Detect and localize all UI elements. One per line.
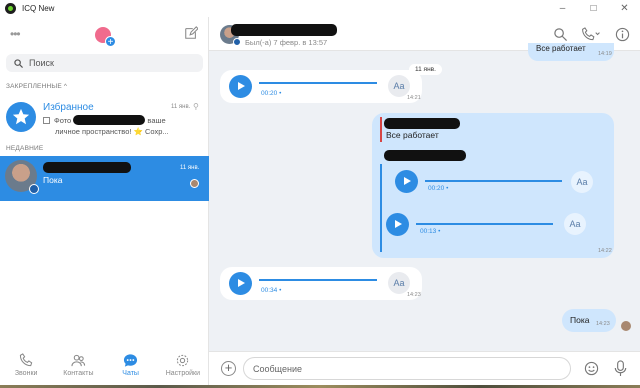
photo-icon — [43, 117, 50, 124]
favorites-preview-line1-tail: ваше — [147, 116, 166, 125]
sidebar: ••• + ЗАКРЕПЛЕННЫЕ ^ Избранное 11 янв. ⚲… — [0, 17, 209, 385]
message-bubble-outgoing[interactable]: Пока 14:23 — [562, 309, 616, 332]
voice-message-incoming[interactable]: 00:20 • Aa 14:21 — [220, 70, 422, 103]
message-time: 14:22 — [598, 248, 612, 254]
search-icon — [14, 58, 23, 68]
contact-avatar — [5, 160, 39, 194]
title-bar: ICQ New – □ ✕ — [0, 0, 640, 17]
voice-duration: 00:13 • — [420, 228, 441, 235]
redacted-quote-author — [384, 118, 460, 129]
redacted-forward-author — [384, 150, 466, 161]
voice-duration: 00:34 • — [261, 287, 282, 294]
transcribe-button[interactable]: Aa — [388, 272, 410, 294]
new-chat-icon[interactable] — [184, 26, 198, 40]
nav-calls-label: Звонки — [14, 370, 38, 377]
app-badge-icon — [233, 38, 241, 46]
chat-icon — [124, 354, 138, 367]
chat-pane: Был(-а) 7 февр. в 13:57 Все работает 14:… — [209, 17, 640, 385]
message-time: 14:21 — [407, 95, 421, 101]
more-menu-icon[interactable]: ••• — [10, 27, 21, 41]
favorites-preview-line2: личное пространство! ⭐ Сохр... — [55, 127, 169, 136]
message-input[interactable] — [253, 363, 533, 374]
voice-duration: 00:20 • — [261, 90, 282, 97]
contacts-icon — [71, 354, 85, 367]
redacted-contact-name — [231, 24, 337, 36]
composer: + — [209, 351, 640, 385]
phone-icon — [19, 353, 32, 367]
favorites-preview-line1: Фото — [54, 116, 72, 125]
favorites-preview: Фото ваше личное пространство! ⭐ Сохр... — [43, 115, 193, 137]
message-time: 14:23 — [407, 292, 421, 298]
window-title: ICQ New — [22, 4, 55, 13]
forward-bar — [380, 164, 382, 252]
waveform[interactable] — [259, 279, 377, 281]
redacted-text — [73, 115, 146, 125]
transcribe-button[interactable]: Aa — [388, 75, 410, 97]
message-text: Пока — [570, 315, 590, 325]
nav-chats-label: Чаты — [122, 370, 139, 377]
favorites-avatar — [6, 102, 36, 132]
transcribe-button[interactable]: Aa — [571, 171, 593, 193]
close-button[interactable]: ✕ — [609, 0, 640, 17]
search-box[interactable] — [6, 54, 203, 72]
pinned-section-label: ЗАКРЕПЛЕННЫЕ ^ — [6, 83, 68, 90]
read-avatar — [190, 179, 199, 188]
maximize-button[interactable]: □ — [578, 0, 609, 17]
message-time: 14:23 — [596, 321, 610, 327]
waveform[interactable] — [416, 223, 553, 225]
microphone-icon[interactable] — [613, 360, 628, 377]
settings-icon — [177, 354, 189, 367]
favorites-time: 11 янв. — [171, 104, 191, 110]
quote-bar — [380, 117, 382, 142]
nav-contacts-label: Контакты — [63, 370, 94, 377]
waveform[interactable] — [425, 180, 562, 182]
message-text: Все работает — [536, 44, 586, 53]
last-seen-status: Был(-а) 7 февр. в 13:57 — [245, 38, 328, 47]
favorites-name: Избранное — [43, 102, 94, 113]
recent-section-label: НЕДАВНИЕ — [6, 145, 44, 152]
attach-icon[interactable]: + — [221, 361, 236, 376]
play-icon[interactable] — [395, 170, 418, 193]
info-icon[interactable] — [615, 27, 630, 42]
message-bubble-outgoing-group[interactable]: Все работает 00:20 • Aa 00:13 • Aa 14:22 — [372, 113, 614, 258]
icq-logo-icon — [5, 3, 16, 14]
search-icon[interactable] — [553, 27, 568, 42]
transcribe-button[interactable]: Aa — [564, 213, 586, 235]
call-dropdown-icon[interactable] — [582, 27, 601, 42]
play-icon[interactable] — [229, 272, 252, 295]
quoted-text: Все работает — [386, 130, 439, 140]
bottom-nav: Звонки Контакты Чаты Настройки — [0, 351, 209, 385]
pin-icon: ⚲ — [193, 102, 199, 111]
message-field[interactable] — [243, 357, 571, 380]
message-bubble-outgoing[interactable]: Все работает 14:19 — [528, 43, 614, 61]
play-icon[interactable] — [386, 213, 409, 236]
nav-chats[interactable]: Чаты — [106, 351, 156, 385]
voice-message-incoming[interactable]: 00:34 • Aa 14:23 — [220, 267, 422, 300]
chat-item-recent[interactable]: 11 янв. Пока — [0, 156, 209, 201]
waveform[interactable] — [259, 82, 377, 84]
star-icon — [12, 108, 30, 125]
nav-settings-label: Настройки — [165, 370, 201, 377]
redacted-contact-name — [43, 162, 131, 173]
minimize-button[interactable]: – — [547, 0, 578, 17]
nav-settings[interactable]: Настройки — [158, 351, 208, 385]
app-badge-icon — [29, 184, 39, 194]
voice-duration: 00:20 • — [428, 185, 449, 192]
recent-message: Пока — [43, 175, 63, 185]
message-time: 14:19 — [598, 51, 612, 57]
emoji-icon[interactable] — [584, 361, 599, 376]
read-avatar — [621, 321, 631, 331]
recent-time: 11 янв. — [180, 165, 200, 171]
my-avatar[interactable]: + — [95, 27, 116, 48]
play-icon[interactable] — [229, 75, 252, 98]
add-status-icon[interactable]: + — [105, 36, 116, 48]
app-window: ICQ New – □ ✕ ••• + ЗАКРЕПЛЕННЫЕ ^ Избра… — [0, 0, 640, 385]
search-input[interactable] — [29, 58, 189, 68]
nav-calls[interactable]: Звонки — [1, 351, 51, 385]
nav-contacts[interactable]: Контакты — [53, 351, 103, 385]
